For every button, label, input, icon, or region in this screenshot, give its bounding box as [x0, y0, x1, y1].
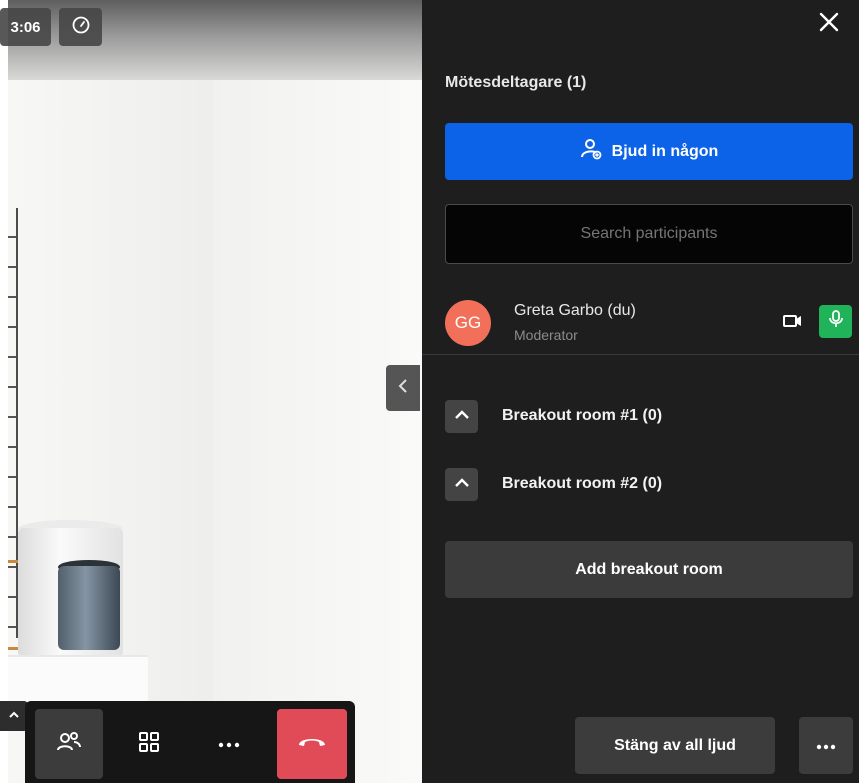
- panel-title: Mötesdeltagare (1): [445, 74, 587, 91]
- camera-icon: [782, 312, 804, 330]
- more-horizontal-icon: [218, 735, 240, 753]
- invite-label: Bjud in någon: [611, 142, 719, 160]
- meeting-timer: 3:06: [0, 8, 51, 46]
- panel-collapse-button[interactable]: [386, 365, 420, 411]
- more-actions-button[interactable]: [195, 709, 263, 779]
- breakout-room-label: Breakout room #2 (0): [502, 475, 663, 492]
- close-icon: [819, 12, 839, 37]
- panel-more-button[interactable]: [799, 717, 853, 774]
- chevron-left-icon: [398, 378, 408, 399]
- toolbox-expand-button[interactable]: [0, 701, 28, 731]
- microphone-icon: [828, 310, 843, 333]
- video-cup: [58, 566, 120, 650]
- mic-status-badge: [819, 305, 852, 338]
- invite-button[interactable]: Bjud in någon: [445, 123, 853, 180]
- breakout-room-toggle[interactable]: [445, 467, 478, 501]
- close-panel-button[interactable]: [815, 10, 843, 38]
- participant-name: Greta Garbo (du): [514, 302, 636, 319]
- participants-button[interactable]: [35, 709, 103, 779]
- breakout-room-label: Breakout room #1 (0): [502, 407, 663, 424]
- mute-all-button[interactable]: Stäng av all ljud: [575, 717, 775, 774]
- video-shelf: [8, 655, 148, 703]
- video-stage: [8, 0, 422, 783]
- participants-icon: [56, 730, 82, 759]
- participants-panel: Mötesdeltagare (1) Bjud in någon GG Gret…: [422, 0, 859, 783]
- more-horizontal-icon: [816, 737, 836, 755]
- participant-row[interactable]: GG Greta Garbo (du) Moderator: [422, 288, 859, 355]
- hangup-button[interactable]: [277, 709, 347, 779]
- connection-indicator[interactable]: [59, 8, 102, 46]
- meeting-screen: 3:06 Mötesdeltagare (1) Bjud in någon Se…: [0, 0, 859, 783]
- meeting-toolbar: [25, 701, 355, 783]
- search-participants-input[interactable]: [445, 204, 853, 264]
- tile-view-button[interactable]: [115, 709, 183, 779]
- video-background-right: [213, 70, 422, 783]
- chevron-up-icon: [454, 475, 470, 493]
- breakout-room-toggle[interactable]: [445, 399, 478, 433]
- add-person-icon: [580, 138, 602, 165]
- chevron-up-icon: [8, 707, 20, 725]
- participant-role: Moderator: [514, 327, 578, 343]
- hangup-icon: [296, 734, 328, 755]
- breakout-room-item: Breakout room #1 (0): [445, 399, 662, 433]
- breakout-room-item: Breakout room #2 (0): [445, 467, 662, 501]
- chevron-up-icon: [454, 407, 470, 425]
- add-breakout-room-button[interactable]: Add breakout room: [445, 541, 853, 598]
- tile-view-icon: [138, 731, 160, 758]
- gauge-icon: [71, 15, 91, 40]
- avatar: GG: [445, 300, 491, 346]
